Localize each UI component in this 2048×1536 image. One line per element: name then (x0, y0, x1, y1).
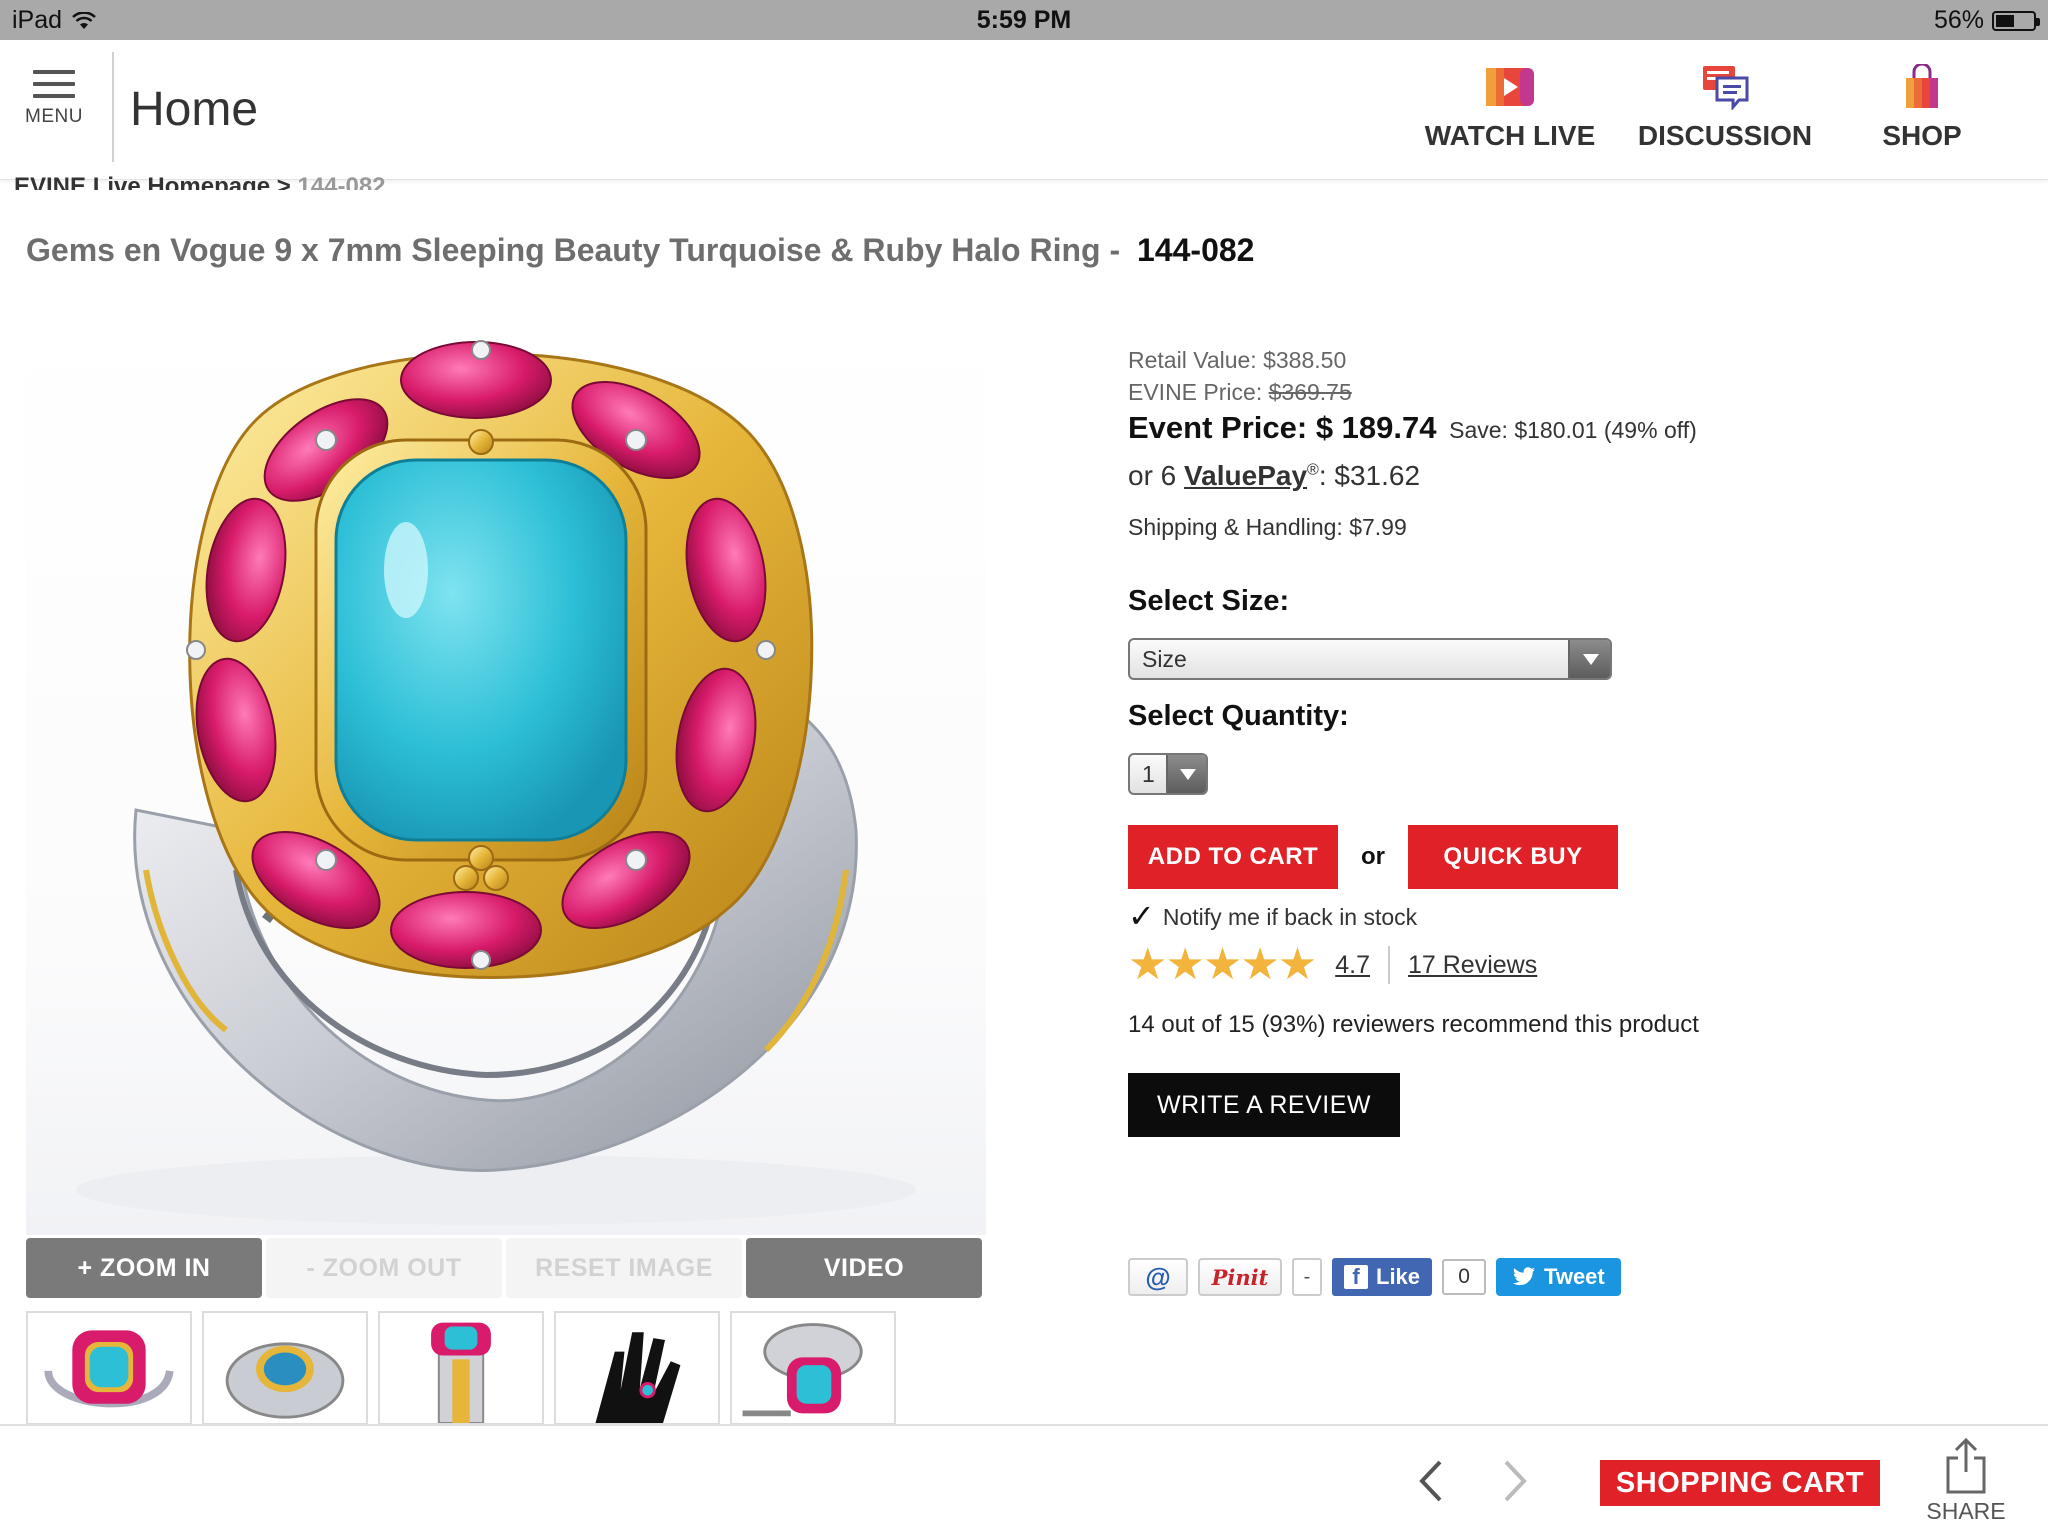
ring-image (76, 340, 916, 1225)
product-title: Gems en Vogue 9 x 7mm Sleeping Beauty Tu… (26, 232, 1254, 269)
quick-buy-button[interactable]: QUICK BUY (1408, 825, 1618, 889)
star-rating-icon: ★★★★★ (1128, 940, 1317, 989)
select-quantity-label: Select Quantity: (1128, 700, 1349, 732)
reset-image-button[interactable]: RESET IMAGE (506, 1238, 742, 1298)
add-to-cart-button[interactable]: ADD TO CART (1128, 825, 1338, 889)
evine-price-amount: $369.75 (1268, 379, 1352, 405)
retail-label: Retail Value: (1128, 347, 1257, 373)
video-button[interactable]: VIDEO (746, 1238, 982, 1298)
product-sku: 144-082 (1137, 232, 1255, 268)
retail-amount: $388.50 (1263, 347, 1347, 373)
shopping-bag-icon (1906, 64, 1938, 108)
nav-watch-live[interactable]: WATCH LIVE (1420, 64, 1600, 152)
event-price: Event Price: $ 189.74 Save: $180.01 (49%… (1128, 410, 2008, 446)
share-icon (1946, 1438, 1986, 1494)
evine-price-label: EVINE Price: (1128, 379, 1263, 405)
rating-value-link[interactable]: 4.7 (1335, 951, 1370, 980)
chevron-down-icon (1166, 755, 1206, 793)
reviews-link[interactable]: 17 Reviews (1408, 951, 1537, 980)
product-details: Retail Value: $388.50 EVINE Price: $369.… (1128, 344, 2008, 1137)
recommend-text: 14 out of 15 (93%) reviewers recommend t… (1128, 1011, 1699, 1038)
social-share-row: @ Pinit - f Like 0 Tweet (1128, 1258, 1621, 1296)
ring-side-thumbnail[interactable] (202, 1311, 368, 1425)
breadcrumb: EVINE Live Homepage > 144-082 (14, 166, 386, 190)
product-name: Gems en Vogue 9 x 7mm Sleeping Beauty Tu… (26, 232, 1121, 268)
page-title: Home (130, 83, 259, 136)
pinterest-label: Pinit (1211, 1264, 1269, 1290)
valuepay-row: or 6 ValuePay®: $31.62 (1128, 460, 2008, 492)
battery-fill (1996, 14, 2015, 27)
status-right: 56% (1933, 6, 2040, 35)
ring-profile-thumbnail[interactable] (378, 1311, 544, 1425)
battery-percent: 56% (1933, 6, 1984, 34)
evine-price: EVINE Price: $369.75 (1128, 376, 2008, 408)
breadcrumb-parent-link[interactable]: EVINE Live Homepage > (14, 173, 291, 190)
ring-front-thumbnail[interactable] (26, 1311, 192, 1425)
shopping-cart-button[interactable]: SHOPPING CART (1600, 1460, 1880, 1506)
rating-row: ★★★★★ 4.7 17 Reviews (1128, 943, 2008, 987)
nav-discussion-label: DISCUSSION (1637, 120, 1813, 151)
nav-discussion[interactable]: DISCUSSION (1630, 64, 1820, 152)
tweet-button[interactable]: Tweet (1496, 1258, 1621, 1296)
retail-value: Retail Value: $388.50 (1128, 344, 2008, 376)
ring-on-hand-thumbnail[interactable] (554, 1311, 720, 1425)
zoom-in-button[interactable]: + ZOOM IN (26, 1238, 262, 1298)
facebook-like-button[interactable]: f Like (1332, 1258, 1433, 1296)
menu-button[interactable]: MENU (20, 70, 88, 128)
email-share-button[interactable]: @ (1128, 1258, 1188, 1296)
menu-label: MENU (25, 106, 83, 127)
rating-divider (1388, 946, 1390, 984)
select-size-label: Select Size: (1128, 585, 1290, 617)
size-select-value: Size (1142, 646, 1187, 672)
quantity-select-value: 1 (1142, 761, 1155, 787)
facebook-icon: f (1344, 1265, 1368, 1289)
app-header: MENU Home WATCH LIVE DISCUSSION SHOP (0, 40, 2048, 180)
event-price-label: Event Price: (1128, 410, 1308, 445)
hamburger-icon (20, 70, 88, 98)
share-label: SHARE (1926, 1498, 2006, 1524)
buy-actions: ADD TO CART or QUICK BUY (1128, 825, 2008, 889)
breadcrumb-current: 144-082 (297, 173, 386, 190)
thumbnail-strip (26, 1311, 896, 1425)
valuepay-amount: : $31.62 (1318, 460, 1421, 491)
valuepay-registered-mark: ® (1307, 461, 1319, 479)
twitter-bird-icon (1513, 1267, 1536, 1286)
header-divider (112, 52, 114, 162)
pin-count: - (1292, 1258, 1322, 1296)
event-price-amount: $ 189.74 (1315, 410, 1437, 445)
facebook-like-label: Like (1376, 1264, 1421, 1289)
notify-label: Notify me if back in stock (1162, 904, 1418, 930)
valuepay-prefix: or 6 (1128, 460, 1177, 491)
ring-angle-thumbnail[interactable] (730, 1311, 896, 1425)
product-main-image[interactable] (26, 310, 986, 1235)
like-count: 0 (1442, 1259, 1487, 1295)
battery-icon (1992, 10, 2040, 31)
savings-text: Save: $180.01 (49% off) (1449, 417, 1697, 443)
valuepay-link[interactable]: ValuePay (1184, 460, 1307, 491)
at-icon: @ (1145, 1261, 1171, 1292)
notify-back-in-stock[interactable]: ✓ Notify me if back in stock (1128, 898, 2008, 934)
image-controls: + ZOOM IN - ZOOM OUT RESET IMAGE VIDEO (26, 1238, 982, 1298)
back-arrow-icon[interactable] (1412, 1456, 1452, 1506)
chevron-down-icon (1568, 640, 1610, 678)
buy-or-text: or (1361, 843, 1385, 870)
share-button[interactable]: SHARE (1924, 1438, 2008, 1525)
status-bar: iPad 5:59 PM 56% (0, 0, 2048, 40)
size-select[interactable]: Size (1128, 638, 1612, 680)
status-time: 5:59 PM (976, 6, 1072, 34)
play-tv-icon (1486, 68, 1534, 106)
nav-watch-live-label: WATCH LIVE (1424, 120, 1596, 151)
nav-shop-label: SHOP (1882, 120, 1962, 151)
tweet-label: Tweet (1544, 1264, 1605, 1289)
quantity-select[interactable]: 1 (1128, 753, 1208, 795)
pinterest-button[interactable]: Pinit (1198, 1258, 1282, 1296)
bottom-toolbar: SHOPPING CART SHARE (0, 1424, 2048, 1536)
checkmark-icon: ✓ (1128, 898, 1155, 934)
zoom-out-button[interactable]: - ZOOM OUT (266, 1238, 502, 1298)
nav-shop[interactable]: SHOP (1862, 64, 1982, 152)
write-review-button[interactable]: WRITE A REVIEW (1128, 1073, 1400, 1137)
forward-arrow-icon[interactable] (1494, 1456, 1534, 1506)
shipping-handling: Shipping & Handling: $7.99 (1128, 514, 1407, 540)
chat-bubbles-icon (1703, 66, 1749, 110)
